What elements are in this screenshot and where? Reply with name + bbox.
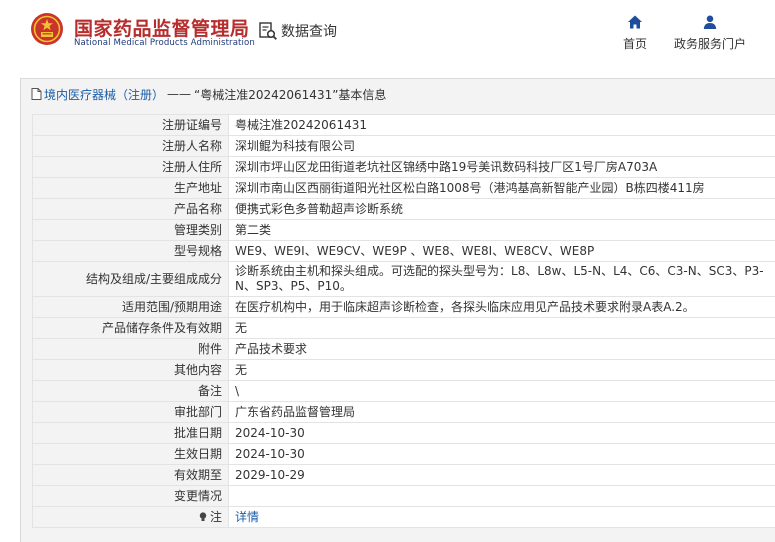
field-label: 变更情况 — [33, 486, 229, 507]
field-value: \ — [229, 381, 775, 402]
data-query-label: 数据查询 — [281, 21, 337, 41]
national-emblem-icon[interactable] — [30, 12, 64, 46]
info-table: 注册证编号粤械注准20242061431注册人名称深圳鲲为科技有限公司注册人住所… — [32, 114, 775, 528]
home-icon — [627, 14, 643, 30]
table-row: 变更情况 — [33, 486, 775, 507]
table-row: 注册人住所深圳市坪山区龙田街道老坑社区锦绣中路19号美讯数码科技厂区1号厂房A7… — [33, 157, 775, 178]
lightbulb-icon — [199, 512, 207, 522]
data-query-link[interactable]: 数据查询 — [258, 20, 337, 42]
table-row: 生产地址深圳市南山区西丽街道阳光社区松白路1008号（港鸿基高新智能产业园）B栋… — [33, 178, 775, 199]
field-value: 无 — [229, 360, 775, 381]
field-label: 注册人名称 — [33, 136, 229, 157]
table-row: 审批部门广东省药品监督管理局 — [33, 402, 775, 423]
table-row: 备注\ — [33, 381, 775, 402]
table-row: 结构及组成/主要组成成分诊断系统由主机和探头组成。可选配的探头型号为：L8、L8… — [33, 262, 775, 297]
detail-panel: 境内医疗器械（注册） —— “粤械注准20242061431”基本信息 注册证编… — [20, 78, 775, 542]
field-label: 产品储存条件及有效期 — [33, 318, 229, 339]
field-label: 备注 — [33, 381, 229, 402]
field-value: 深圳市南山区西丽街道阳光社区松白路1008号（港鸿基高新智能产业园）B栋四楼41… — [229, 178, 775, 199]
field-label: 注册人住所 — [33, 157, 229, 178]
field-label-note: 注 — [33, 507, 229, 528]
table-row: 有效期至2029-10-29 — [33, 465, 775, 486]
category-link[interactable]: 境内医疗器械（注册） — [44, 86, 164, 103]
table-row: 注册人名称深圳鲲为科技有限公司 — [33, 136, 775, 157]
panel-title: 境内医疗器械（注册） —— “粤械注准20242061431”基本信息 — [31, 85, 386, 103]
note-label: 注 — [210, 510, 222, 524]
table-row: 批准日期2024-10-30 — [33, 423, 775, 444]
user-icon — [702, 14, 718, 30]
table-row: 生效日期2024-10-30 — [33, 444, 775, 465]
field-value — [229, 486, 775, 507]
nav-service-label: 政务服务门户 — [674, 37, 746, 51]
field-value: 第二类 — [229, 220, 775, 241]
table-row: 产品名称便携式彩色多普勒超声诊断系统 — [33, 199, 775, 220]
field-value: 粤械注准20242061431 — [229, 115, 775, 136]
table-row: 其他内容无 — [33, 360, 775, 381]
field-value: WE9、WE9I、WE9CV、WE9P 、WE8、WE8I、WE8CV、WE8P — [229, 241, 775, 262]
field-label: 有效期至 — [33, 465, 229, 486]
field-label: 生产地址 — [33, 178, 229, 199]
field-value-note: 详情 — [229, 507, 775, 528]
field-label: 型号规格 — [33, 241, 229, 262]
table-row: 适用范围/预期用途在医疗机构中，用于临床超声诊断检查，各探头临床应用见产品技术要… — [33, 297, 775, 318]
field-value: 在医疗机构中，用于临床超声诊断检查，各探头临床应用见产品技术要求附录A表A.2。 — [229, 297, 775, 318]
field-value: 2029-10-29 — [229, 465, 775, 486]
nav-home-label: 首页 — [623, 37, 647, 51]
brand-title-en[interactable]: National Medical Products Administration — [74, 38, 255, 48]
brand-title-cn[interactable]: 国家药品监督管理局 — [74, 14, 250, 41]
field-label: 管理类别 — [33, 220, 229, 241]
table-row: 产品储存条件及有效期无 — [33, 318, 775, 339]
field-value: 广东省药品监督管理局 — [229, 402, 775, 423]
table-row: 型号规格WE9、WE9I、WE9CV、WE9P 、WE8、WE8I、WE8CV、… — [33, 241, 775, 262]
site-header: 国家药品监督管理局 National Medical Products Admi… — [0, 0, 775, 70]
nav-home[interactable]: 首页 — [620, 14, 650, 52]
title-text: “粤械注准20242061431”基本信息 — [194, 86, 386, 103]
field-value: 无 — [229, 318, 775, 339]
field-value: 2024-10-30 — [229, 444, 775, 465]
field-value: 2024-10-30 — [229, 423, 775, 444]
field-label: 适用范围/预期用途 — [33, 297, 229, 318]
detail-link[interactable]: 详情 — [235, 510, 259, 524]
field-value: 深圳市坪山区龙田街道老坑社区锦绣中路19号美讯数码科技厂区1号厂房A703A — [229, 157, 775, 178]
table-row: 管理类别第二类 — [33, 220, 775, 241]
field-label: 附件 — [33, 339, 229, 360]
field-label: 注册证编号 — [33, 115, 229, 136]
field-value: 诊断系统由主机和探头组成。可选配的探头型号为：L8、L8w、L5-N、L4、C6… — [229, 262, 775, 297]
table-row: 注册证编号粤械注准20242061431 — [33, 115, 775, 136]
table-row: 附件产品技术要求 — [33, 339, 775, 360]
field-value: 深圳鲲为科技有限公司 — [229, 136, 775, 157]
field-label: 批准日期 — [33, 423, 229, 444]
field-label: 生效日期 — [33, 444, 229, 465]
field-label: 审批部门 — [33, 402, 229, 423]
document-search-icon — [258, 21, 278, 41]
title-separator: —— — [167, 87, 191, 101]
field-label: 产品名称 — [33, 199, 229, 220]
field-label: 结构及组成/主要组成成分 — [33, 262, 229, 297]
field-label: 其他内容 — [33, 360, 229, 381]
table-row-note: 注详情 — [33, 507, 775, 528]
nav-service-portal[interactable]: 政务服务门户 — [672, 14, 748, 52]
document-icon — [31, 88, 42, 100]
field-value: 产品技术要求 — [229, 339, 775, 360]
field-value: 便携式彩色多普勒超声诊断系统 — [229, 199, 775, 220]
